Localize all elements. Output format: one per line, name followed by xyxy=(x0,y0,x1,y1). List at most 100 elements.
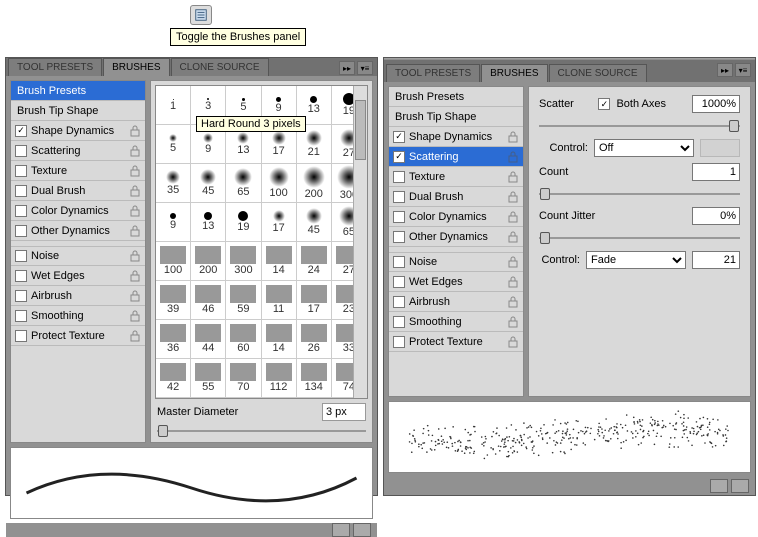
option-noise[interactable]: Noise xyxy=(11,246,145,266)
count-slider[interactable] xyxy=(539,187,740,201)
option-checkbox[interactable] xyxy=(15,205,27,217)
count-input[interactable] xyxy=(692,163,740,181)
brush-preset-cell[interactable]: 17 xyxy=(262,203,297,242)
option-checkbox[interactable] xyxy=(393,296,405,308)
brush-preset-cell[interactable]: 100 xyxy=(156,242,191,281)
brush-preset-cell[interactable]: 44 xyxy=(191,320,226,359)
brush-preset-cell[interactable]: 14 xyxy=(262,320,297,359)
brush-preset-cell[interactable]: 100 xyxy=(262,164,297,203)
both-axes-checkbox[interactable] xyxy=(598,98,610,110)
brush-preset-cell[interactable]: 46 xyxy=(191,281,226,320)
brush-preset-cell[interactable]: 1 xyxy=(156,86,191,125)
expand-icon[interactable]: ▸▸ xyxy=(339,61,355,75)
option-checkbox[interactable] xyxy=(393,151,405,163)
brush-preset-cell[interactable]: 9 xyxy=(156,203,191,242)
option-checkbox[interactable] xyxy=(15,290,27,302)
option-other-dynamics[interactable]: Other Dynamics xyxy=(11,221,145,241)
option-smoothing[interactable]: Smoothing xyxy=(389,312,523,332)
option-shape-dynamics[interactable]: Shape Dynamics xyxy=(11,121,145,141)
brush-preset-cell[interactable]: 59 xyxy=(226,281,261,320)
master-diameter-slider[interactable] xyxy=(157,424,366,438)
option-checkbox[interactable] xyxy=(15,185,27,197)
brush-preset-cell[interactable]: 36 xyxy=(156,320,191,359)
option-airbrush[interactable]: Airbrush xyxy=(11,286,145,306)
brush-preset-cell[interactable]: 24 xyxy=(297,242,332,281)
scatter-control-select[interactable]: Off xyxy=(594,139,694,157)
brush-preset-cell[interactable]: 65 xyxy=(226,164,261,203)
new-brush-button[interactable] xyxy=(332,523,350,537)
tab-brushes[interactable]: BRUSHES xyxy=(481,64,547,82)
brush-preset-cell[interactable]: 45 xyxy=(191,164,226,203)
option-checkbox[interactable] xyxy=(15,165,27,177)
option-checkbox[interactable] xyxy=(393,231,405,243)
brush-preset-cell[interactable]: 19 xyxy=(226,203,261,242)
tab-clone-source[interactable]: CLONE SOURCE xyxy=(549,64,647,82)
option-wet-edges[interactable]: Wet Edges xyxy=(11,266,145,286)
tab-clone-source[interactable]: CLONE SOURCE xyxy=(171,58,269,76)
option-color-dynamics[interactable]: Color Dynamics xyxy=(389,207,523,227)
option-checkbox[interactable] xyxy=(393,276,405,288)
count-jitter-slider[interactable] xyxy=(539,231,740,245)
option-checkbox[interactable] xyxy=(15,125,27,137)
brush-preset-cell[interactable]: 5 xyxy=(156,125,191,164)
brush-preset-cell[interactable]: 200 xyxy=(297,164,332,203)
grid-scrollbar[interactable] xyxy=(353,86,367,398)
delete-brush-button[interactable] xyxy=(353,523,371,537)
option-checkbox[interactable] xyxy=(393,171,405,183)
option-checkbox[interactable] xyxy=(15,270,27,282)
option-checkbox[interactable] xyxy=(393,256,405,268)
option-wet-edges[interactable]: Wet Edges xyxy=(389,272,523,292)
brush-preset-cell[interactable]: 112 xyxy=(262,359,297,398)
option-brush-presets[interactable]: Brush Presets xyxy=(11,81,145,101)
option-scattering[interactable]: Scattering xyxy=(389,147,523,167)
count-jitter-input[interactable] xyxy=(692,207,740,225)
delete-brush-button[interactable] xyxy=(731,479,749,493)
option-protect-texture[interactable]: Protect Texture xyxy=(11,326,145,346)
brush-preset-cell[interactable]: 35 xyxy=(156,164,191,203)
brush-preset-cell[interactable]: 45 xyxy=(297,203,332,242)
option-dual-brush[interactable]: Dual Brush xyxy=(11,181,145,201)
brush-preset-cell[interactable]: 134 xyxy=(297,359,332,398)
brush-preset-cell[interactable]: 14 xyxy=(262,242,297,281)
option-checkbox[interactable] xyxy=(393,191,405,203)
jitter-control-select[interactable]: Fade xyxy=(586,251,686,269)
option-brush-tip-shape[interactable]: Brush Tip Shape xyxy=(11,101,145,121)
brush-preset-cell[interactable]: 70 xyxy=(226,359,261,398)
brush-preset-cell[interactable]: 17 xyxy=(297,281,332,320)
brush-preset-cell[interactable]: 42 xyxy=(156,359,191,398)
tab-tool-presets[interactable]: TOOL PRESETS xyxy=(8,58,102,76)
brush-preset-cell[interactable]: 11 xyxy=(262,281,297,320)
brush-preset-cell[interactable]: 300 xyxy=(226,242,261,281)
brush-preset-cell[interactable]: 26 xyxy=(297,320,332,359)
master-diameter-input[interactable] xyxy=(322,403,366,421)
option-dual-brush[interactable]: Dual Brush xyxy=(389,187,523,207)
option-noise[interactable]: Noise xyxy=(389,252,523,272)
option-checkbox[interactable] xyxy=(393,316,405,328)
scatter-slider[interactable] xyxy=(539,119,740,133)
option-checkbox[interactable] xyxy=(393,336,405,348)
panel-menu-button[interactable]: ▾≡ xyxy=(357,61,373,75)
toggle-brushes-button[interactable] xyxy=(190,5,212,25)
option-checkbox[interactable] xyxy=(15,250,27,262)
option-smoothing[interactable]: Smoothing xyxy=(11,306,145,326)
brush-preset-cell[interactable]: 13 xyxy=(191,203,226,242)
tab-tool-presets[interactable]: TOOL PRESETS xyxy=(386,64,480,82)
jitter-control-num-input[interactable] xyxy=(692,251,740,269)
option-checkbox[interactable] xyxy=(15,145,27,157)
option-texture[interactable]: Texture xyxy=(389,167,523,187)
option-shape-dynamics[interactable]: Shape Dynamics xyxy=(389,127,523,147)
brush-preset-cell[interactable]: 55 xyxy=(191,359,226,398)
option-checkbox[interactable] xyxy=(393,211,405,223)
brush-preset-cell[interactable]: 200 xyxy=(191,242,226,281)
expand-icon[interactable]: ▸▸ xyxy=(717,63,733,77)
tab-brushes[interactable]: BRUSHES xyxy=(103,58,169,76)
option-other-dynamics[interactable]: Other Dynamics xyxy=(389,227,523,247)
option-brush-presets[interactable]: Brush Presets xyxy=(389,87,523,107)
brush-preset-grid[interactable]: 1359131959131721273545651002003009131917… xyxy=(155,85,368,399)
option-airbrush[interactable]: Airbrush xyxy=(389,292,523,312)
scatter-value-input[interactable] xyxy=(692,95,740,113)
new-brush-button[interactable] xyxy=(710,479,728,493)
panel-menu-button[interactable]: ▾≡ xyxy=(735,63,751,77)
option-scattering[interactable]: Scattering xyxy=(11,141,145,161)
option-checkbox[interactable] xyxy=(393,131,405,143)
